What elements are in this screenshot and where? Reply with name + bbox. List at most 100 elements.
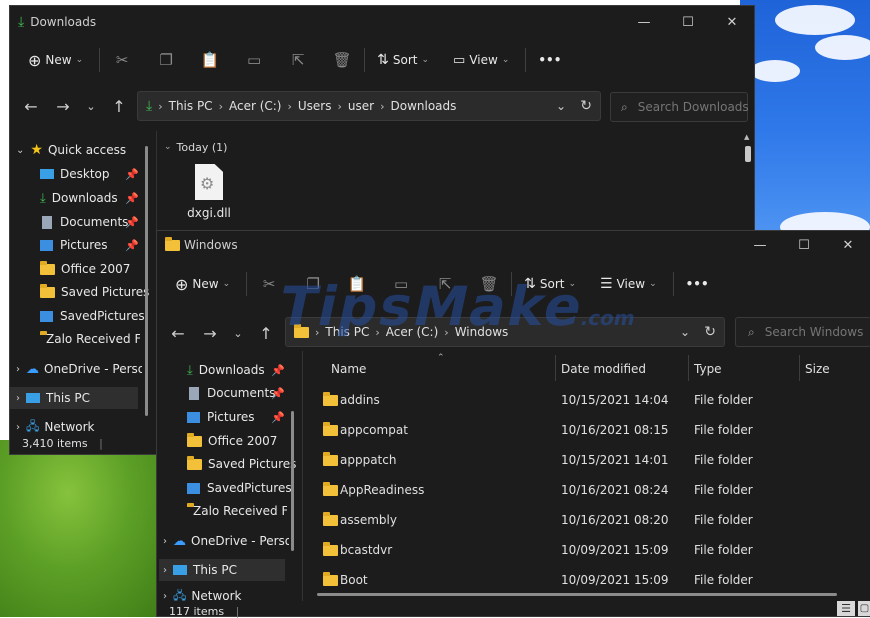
sidebar-item-documents[interactable]: Documents	[187, 382, 275, 404]
cut-icon[interactable]: ✂	[100, 51, 144, 69]
sidebar-item-office-2007[interactable]: Office 2007	[40, 258, 130, 280]
table-row[interactable]: bcastdvr 10/09/2021 15:09 File folder	[303, 535, 870, 565]
sidebar-item-savedpictures[interactable]: SavedPictures	[40, 305, 145, 327]
sidebar-scrollbar[interactable]	[145, 146, 148, 416]
sidebar-item-savedpictures[interactable]: SavedPictures	[187, 477, 292, 499]
address-history-chevron-icon[interactable]: ⌄	[680, 325, 690, 339]
sidebar-item-pictures[interactable]: Pictures	[187, 406, 255, 428]
sidebar-item-quick-access[interactable]: ⌄ ★ Quick access	[16, 139, 126, 161]
sidebar-item-pictures[interactable]: Pictures	[40, 234, 108, 256]
column-header-date-modified[interactable]: Date modified	[561, 362, 646, 376]
sort-button[interactable]: ⇅ Sort ⌄	[377, 52, 429, 68]
breadcrumb-drive[interactable]: Acer (C:)	[229, 99, 282, 113]
horizontal-scrollbar[interactable]	[317, 593, 837, 596]
pin-icon[interactable]: 📌	[271, 364, 285, 377]
sidebar-item-desktop[interactable]: Desktop	[40, 163, 110, 185]
scroll-up-arrow-icon[interactable]: ▲	[744, 133, 749, 141]
column-header-name[interactable]: Name	[331, 362, 366, 376]
tiles-view-toggle-icon[interactable]: ▢	[858, 601, 870, 616]
sidebar-scrollbar[interactable]	[291, 411, 294, 551]
search-box[interactable]: ⌕	[735, 317, 870, 347]
refresh-icon[interactable]: ↻	[704, 324, 716, 340]
recent-locations-chevron-icon[interactable]: ⌄	[82, 100, 100, 113]
address-bar[interactable]: ⤓ › This PC › Acer (C:) › Users › user ›…	[137, 91, 601, 121]
address-history-chevron-icon[interactable]: ⌄	[556, 99, 566, 113]
breadcrumb-chevron-icon: ›	[337, 99, 342, 113]
sidebar-item-office-2007[interactable]: Office 2007	[187, 430, 277, 452]
maximize-button[interactable]: ☐	[782, 238, 826, 253]
sidebar-item-saved-pictures[interactable]: Saved Pictures	[187, 453, 296, 475]
pin-icon[interactable]: 📌	[125, 216, 139, 229]
sidebar-item-downloads[interactable]: ⤓ Downloads	[187, 359, 265, 381]
copy-icon[interactable]: ❐	[144, 51, 188, 69]
pin-icon[interactable]: 📌	[271, 411, 285, 424]
row-date: 10/16/2021 08:15	[561, 423, 669, 437]
table-row[interactable]: appcompat 10/16/2021 08:15 File folder	[303, 415, 870, 445]
row-type: File folder	[694, 453, 753, 467]
share-icon[interactable]: ⇱	[276, 51, 320, 69]
sidebar-item-downloads[interactable]: ⤓ Downloads	[40, 187, 118, 209]
table-row[interactable]: assembly 10/16/2021 08:20 File folder	[303, 505, 870, 535]
up-arrow-icon[interactable]: ↑	[108, 97, 130, 116]
column-header-row: Name ⌃ Date modified Type Size	[303, 351, 870, 381]
pin-icon[interactable]: 📌	[271, 387, 285, 400]
search-box[interactable]: ⌕	[610, 92, 760, 122]
view-button[interactable]: ▭ View ⌄	[453, 53, 509, 68]
table-row[interactable]: apppatch 10/15/2021 14:01 File folder	[303, 445, 870, 475]
column-header-type[interactable]: Type	[694, 362, 722, 376]
column-divider[interactable]	[555, 355, 556, 381]
sidebar-item-documents[interactable]: Documents	[40, 211, 128, 233]
sidebar-item-zalo[interactable]: Zalo Received Fi	[187, 500, 287, 522]
table-row[interactable]: addins 10/15/2021 14:04 File folder	[303, 385, 870, 415]
breadcrumb-users[interactable]: Users	[298, 99, 332, 113]
close-button[interactable]: ✕	[826, 238, 870, 253]
minimize-button[interactable]: —	[738, 238, 782, 253]
file-item[interactable]: ⚙ dxgi.dll	[182, 164, 236, 226]
chevron-right-icon: ›	[16, 421, 20, 433]
rename-icon[interactable]: ▭	[232, 51, 276, 69]
breadcrumb-this-pc[interactable]: This PC	[169, 99, 213, 113]
close-button[interactable]: ✕	[710, 15, 754, 30]
forward-arrow-icon[interactable]: →	[199, 324, 221, 343]
back-arrow-icon[interactable]: ←	[167, 324, 189, 343]
more-options-button[interactable]: •••	[538, 53, 561, 67]
minimize-button[interactable]: —	[622, 15, 666, 30]
details-view-toggle-icon[interactable]: ☰	[837, 601, 855, 616]
breadcrumb-downloads[interactable]: Downloads	[391, 99, 457, 113]
table-row[interactable]: AppReadiness 10/16/2021 08:24 File folde…	[303, 475, 870, 505]
sidebar-item-this-pc[interactable]: › This PC	[159, 559, 285, 581]
sidebar-item-network[interactable]: › 🖧 Network	[163, 589, 242, 603]
table-row[interactable]: Boot 10/09/2021 15:09 File folder	[303, 565, 870, 591]
paste-icon[interactable]: 📋	[188, 51, 232, 69]
recent-locations-chevron-icon[interactable]: ⌄	[229, 327, 247, 340]
new-button[interactable]: ⊕ New ⌄	[175, 275, 230, 294]
sidebar-item-saved-pictures[interactable]: Saved Pictures	[40, 281, 149, 303]
search-input[interactable]	[762, 324, 870, 340]
new-button[interactable]: ⊕ New ⌄	[28, 51, 83, 70]
refresh-icon[interactable]: ↻	[580, 98, 592, 114]
more-options-button[interactable]: •••	[686, 277, 709, 291]
sidebar-item-network[interactable]: › 🖧 Network	[16, 416, 95, 438]
column-divider[interactable]	[688, 355, 689, 381]
maximize-button[interactable]: ☐	[666, 15, 710, 30]
search-icon: ⌕	[748, 324, 755, 339]
delete-icon[interactable]: 🗑	[320, 51, 364, 69]
breadcrumb-user[interactable]: user	[348, 99, 374, 113]
forward-arrow-icon[interactable]: →	[52, 97, 74, 116]
sidebar-item-onedrive[interactable]: › ☁ OneDrive - Person	[163, 530, 289, 552]
row-date: 10/15/2021 14:04	[561, 393, 669, 407]
back-arrow-icon[interactable]: ←	[20, 97, 42, 116]
column-divider[interactable]	[799, 355, 800, 381]
pin-icon[interactable]: 📌	[125, 168, 139, 181]
column-header-size[interactable]: Size	[805, 362, 830, 376]
sidebar-item-zalo[interactable]: Zalo Received Fi	[40, 328, 140, 350]
download-icon: ⤓	[18, 14, 25, 30]
group-header-today[interactable]: ⌄ Today (1)	[164, 136, 227, 158]
sidebar-item-this-pc[interactable]: › This PC	[10, 387, 138, 409]
pin-icon[interactable]: 📌	[125, 239, 139, 252]
content-scrollbar-thumb[interactable]	[745, 146, 751, 162]
document-icon	[189, 386, 199, 400]
search-input[interactable]	[635, 99, 760, 115]
sidebar-item-onedrive[interactable]: › ☁ OneDrive - Person	[16, 358, 142, 380]
pin-icon[interactable]: 📌	[125, 192, 139, 205]
